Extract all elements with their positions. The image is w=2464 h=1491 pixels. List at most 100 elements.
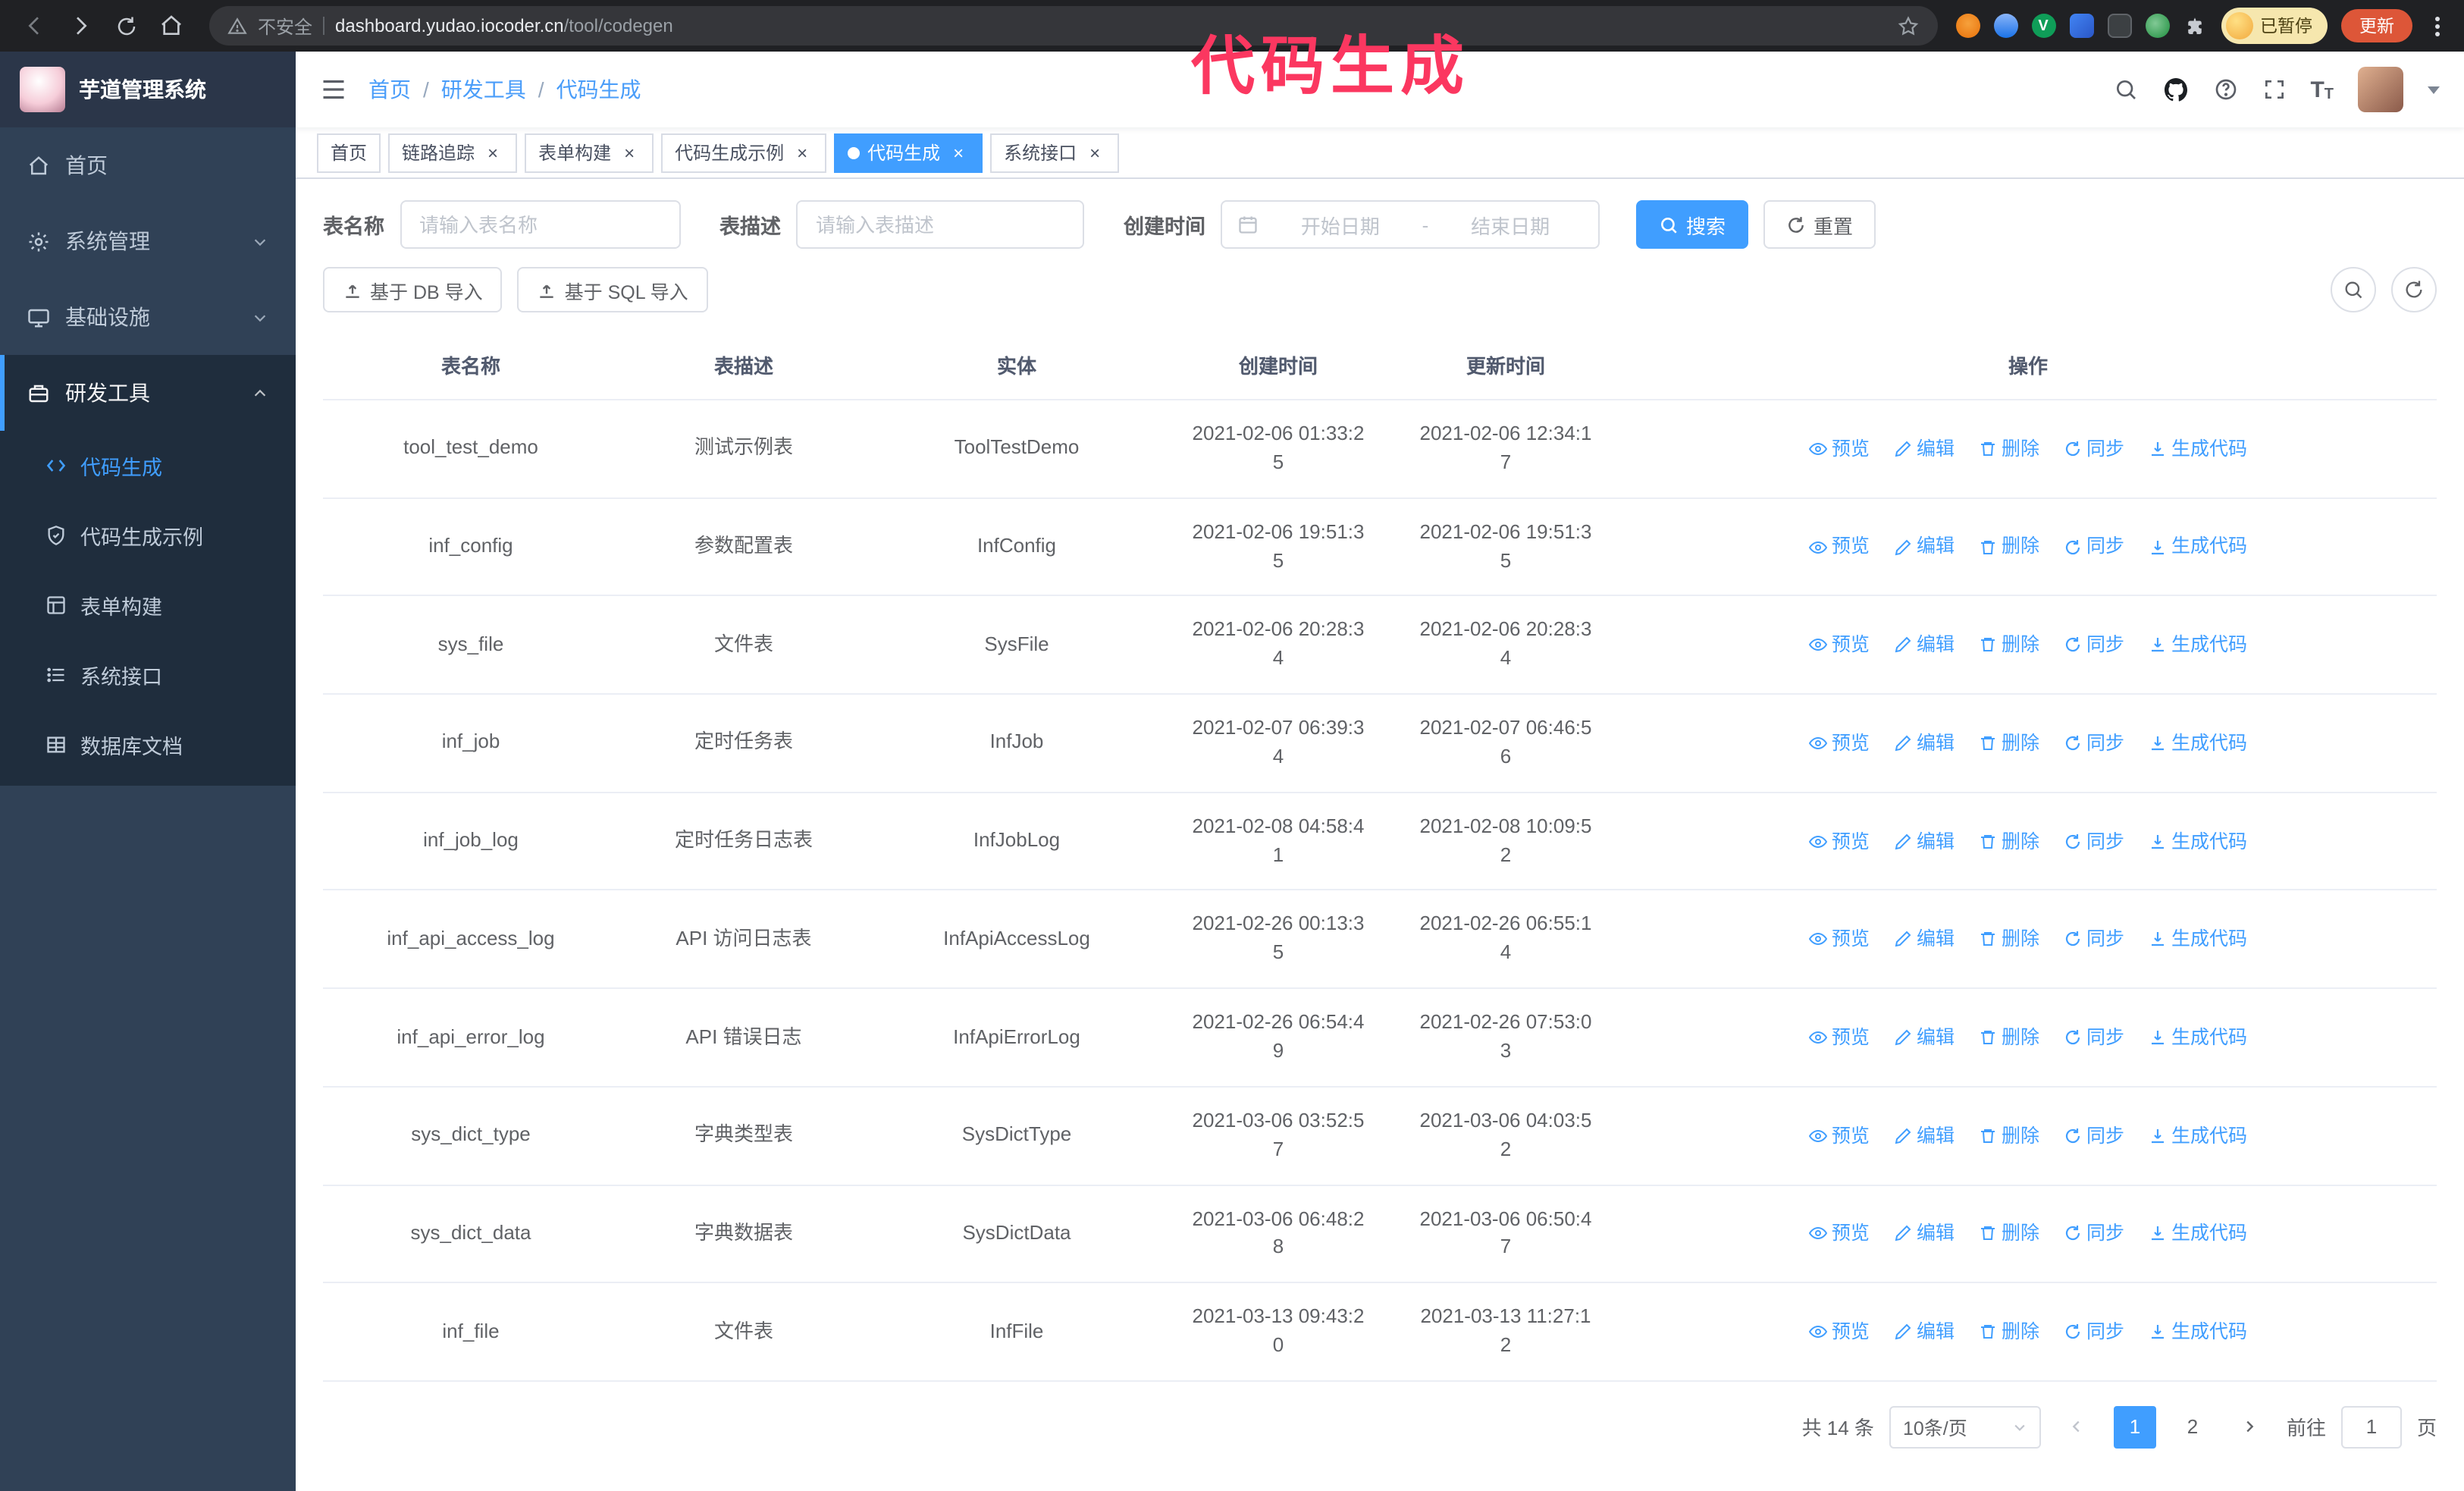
extension-icon-5[interactable] <box>2107 14 2131 38</box>
edit-link[interactable]: 编辑 <box>1894 1318 1955 1345</box>
edit-link[interactable]: 编辑 <box>1894 1024 1955 1051</box>
delete-link[interactable]: 删除 <box>1979 1220 2039 1248</box>
delete-link[interactable]: 删除 <box>1979 631 2039 658</box>
goto-page-input[interactable] <box>2340 1405 2402 1449</box>
preview-link[interactable]: 预览 <box>1808 631 1870 658</box>
preview-link[interactable]: 预览 <box>1808 1220 1870 1248</box>
toggle-search-button[interactable] <box>2331 267 2376 312</box>
date-range-picker[interactable]: 开始日期 - 结束日期 <box>1221 200 1600 249</box>
sync-link[interactable]: 同步 <box>2064 1318 2124 1345</box>
sync-link[interactable]: 同步 <box>2064 827 2124 855</box>
generate-code-link[interactable]: 生成代码 <box>2149 730 2247 757</box>
close-icon[interactable]: × <box>482 142 503 163</box>
bookmark-star-icon[interactable] <box>1896 14 1919 37</box>
edit-link[interactable]: 编辑 <box>1894 1122 1955 1149</box>
delete-link[interactable]: 删除 <box>1979 730 2039 757</box>
preview-link[interactable]: 预览 <box>1808 435 1870 463</box>
tab-codegen-example[interactable]: 代码生成示例 × <box>661 133 827 172</box>
tab-system-api[interactable]: 系统接口 × <box>990 133 1120 172</box>
table-name-input[interactable] <box>400 200 680 249</box>
address-bar[interactable]: 不安全 dashboard.yudao.iocoder.cn/tool/code… <box>209 6 1937 46</box>
sync-link[interactable]: 同步 <box>2064 533 2124 560</box>
delete-link[interactable]: 删除 <box>1979 1122 2039 1149</box>
sidebar-item-dev-tools[interactable]: 研发工具 <box>0 355 296 431</box>
sidebar-item-form-builder[interactable]: 表单构建 <box>0 570 296 640</box>
browser-back-button[interactable] <box>15 6 55 46</box>
caret-down-icon[interactable] <box>2428 86 2440 93</box>
breadcrumb-dev-tools[interactable]: 研发工具 <box>441 74 526 105</box>
generate-code-link[interactable]: 生成代码 <box>2149 435 2247 463</box>
edit-link[interactable]: 编辑 <box>1894 435 1955 463</box>
generate-code-link[interactable]: 生成代码 <box>2149 1318 2247 1345</box>
sidebar-item-system-management[interactable]: 系统管理 <box>0 203 296 279</box>
extension-icon-2[interactable] <box>1993 14 2017 38</box>
preview-link[interactable]: 预览 <box>1808 1024 1870 1051</box>
delete-link[interactable]: 删除 <box>1979 533 2039 560</box>
next-page-button[interactable] <box>2228 1405 2271 1449</box>
sync-link[interactable]: 同步 <box>2064 730 2124 757</box>
font-size-button[interactable]: TT <box>2310 77 2334 102</box>
generate-code-link[interactable]: 生成代码 <box>2149 925 2247 953</box>
preview-link[interactable]: 预览 <box>1808 1318 1870 1345</box>
edit-link[interactable]: 编辑 <box>1894 533 1955 560</box>
browser-menu-icon[interactable] <box>2426 10 2449 42</box>
tab-home[interactable]: 首页 <box>317 133 381 172</box>
preview-link[interactable]: 预览 <box>1808 533 1870 560</box>
generate-code-link[interactable]: 生成代码 <box>2149 1122 2247 1149</box>
sidebar-item-codegen-example[interactable]: 代码生成示例 <box>0 501 296 570</box>
delete-link[interactable]: 删除 <box>1979 1318 2039 1345</box>
browser-reload-button[interactable] <box>106 6 146 46</box>
browser-forward-button[interactable] <box>61 6 100 46</box>
table-desc-input[interactable] <box>796 200 1084 249</box>
generate-code-link[interactable]: 生成代码 <box>2149 1024 2247 1051</box>
edit-link[interactable]: 编辑 <box>1894 1220 1955 1248</box>
edit-link[interactable]: 编辑 <box>1894 827 1955 855</box>
sidebar-item-home[interactable]: 首页 <box>0 127 296 203</box>
preview-link[interactable]: 预览 <box>1808 925 1870 953</box>
extension-icon-1[interactable] <box>1955 14 1980 38</box>
page-button-1[interactable]: 1 <box>2113 1405 2156 1449</box>
delete-link[interactable]: 删除 <box>1979 1024 2039 1051</box>
sidebar-item-infrastructure[interactable]: 基础设施 <box>0 279 296 355</box>
sidebar-item-system-api[interactable]: 系统接口 <box>0 640 296 710</box>
profile-paused-badge[interactable]: 已暂停 <box>2221 8 2328 44</box>
close-icon[interactable]: × <box>619 142 640 163</box>
sync-link[interactable]: 同步 <box>2064 1122 2124 1149</box>
refresh-table-button[interactable] <box>2391 267 2437 312</box>
help-button[interactable] <box>2213 77 2237 102</box>
extensions-puzzle-icon[interactable] <box>2183 14 2207 38</box>
reset-button[interactable]: 重置 <box>1763 200 1876 249</box>
browser-update-button[interactable]: 更新 <box>2341 9 2412 42</box>
hamburger-icon[interactable] <box>320 76 347 103</box>
generate-code-link[interactable]: 生成代码 <box>2149 533 2247 560</box>
close-icon[interactable]: × <box>948 142 969 163</box>
import-sql-button[interactable]: 基于 SQL 导入 <box>517 267 708 312</box>
delete-link[interactable]: 删除 <box>1979 435 2039 463</box>
sync-link[interactable]: 同步 <box>2064 1220 2124 1248</box>
generate-code-link[interactable]: 生成代码 <box>2149 1220 2247 1248</box>
preview-link[interactable]: 预览 <box>1808 1122 1870 1149</box>
extension-icon-4[interactable] <box>2069 14 2093 38</box>
page-size-select[interactable]: 10条/页 <box>1889 1405 2041 1449</box>
import-db-button[interactable]: 基于 DB 导入 <box>323 267 503 312</box>
page-button-2[interactable]: 2 <box>2171 1405 2214 1449</box>
header-search-button[interactable] <box>2113 77 2137 102</box>
browser-home-button[interactable] <box>152 6 191 46</box>
tab-trace[interactable]: 链路追踪 × <box>388 133 518 172</box>
close-icon[interactable]: × <box>1084 142 1105 163</box>
tab-codegen[interactable]: 代码生成 × <box>834 133 983 172</box>
generate-code-link[interactable]: 生成代码 <box>2149 827 2247 855</box>
delete-link[interactable]: 删除 <box>1979 925 2039 953</box>
extension-icon-3[interactable]: V <box>2031 14 2055 38</box>
github-link[interactable] <box>2161 76 2189 103</box>
sync-link[interactable]: 同步 <box>2064 631 2124 658</box>
edit-link[interactable]: 编辑 <box>1894 925 1955 953</box>
delete-link[interactable]: 删除 <box>1979 827 2039 855</box>
extension-icon-6[interactable] <box>2145 14 2169 38</box>
breadcrumb-home[interactable]: 首页 <box>368 74 411 105</box>
sync-link[interactable]: 同步 <box>2064 925 2124 953</box>
edit-link[interactable]: 编辑 <box>1894 631 1955 658</box>
edit-link[interactable]: 编辑 <box>1894 730 1955 757</box>
sidebar-item-codegen[interactable]: 代码生成 <box>0 431 296 501</box>
generate-code-link[interactable]: 生成代码 <box>2149 631 2247 658</box>
